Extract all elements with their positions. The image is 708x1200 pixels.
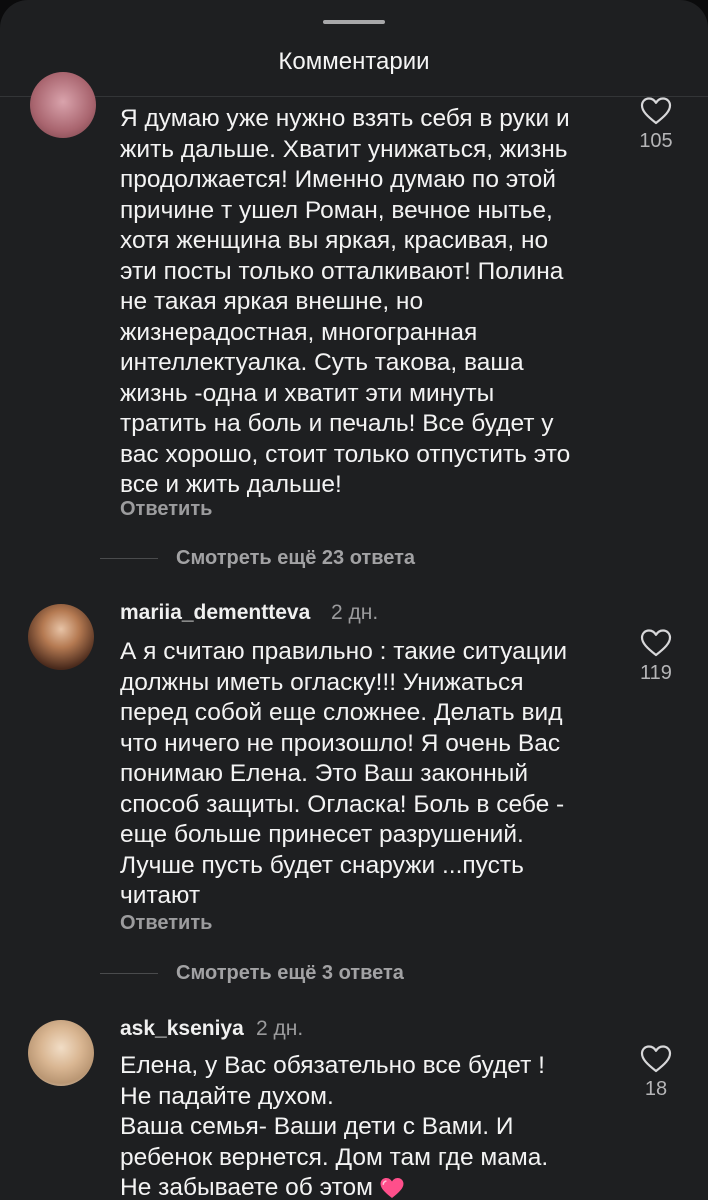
- replies-divider: [100, 972, 158, 974]
- sheet-title: Комментарии: [278, 48, 430, 75]
- view-more-replies[interactable]: Смотреть ещё 23 ответа: [100, 546, 415, 570]
- username[interactable]: ask_kseniya: [120, 1017, 244, 1041]
- heart-outline-icon[interactable]: [639, 1044, 673, 1074]
- pink-heart-emoji-icon: [380, 1178, 404, 1198]
- timestamp: 2 дн.: [331, 601, 379, 624]
- like-button[interactable]: 105: [628, 96, 684, 153]
- comment-text-content: Елена, у Вас обязательно все будет ! Не …: [120, 1052, 549, 1200]
- timestamp: 2 дн.: [256, 1017, 304, 1040]
- view-more-replies-label[interactable]: Смотреть ещё 23 ответа: [176, 547, 415, 570]
- avatar[interactable]: [28, 1020, 94, 1086]
- like-count: 119: [640, 662, 672, 684]
- comments-sheet: Комментарии Я думаю уже нужно взять себя…: [0, 0, 708, 1200]
- like-count: 105: [639, 130, 673, 152]
- header-divider: [0, 96, 708, 97]
- comment-text: Елена, у Вас обязательно все будет ! Не …: [120, 1051, 610, 1200]
- view-more-replies[interactable]: Смотреть ещё 3 ответа: [100, 961, 404, 985]
- comment-text: А я считаю правильно : такие ситуации до…: [120, 638, 568, 909]
- reply-button[interactable]: Ответить: [120, 498, 212, 521]
- heart-outline-icon[interactable]: [639, 96, 673, 126]
- replies-divider: [100, 557, 158, 559]
- avatar[interactable]: [28, 604, 94, 670]
- username[interactable]: mariia_dementteva: [120, 601, 310, 625]
- comment-text: Я думаю уже нужно взять себя в руки и жи…: [120, 105, 571, 498]
- like-count: 18: [644, 1078, 668, 1100]
- heart-outline-icon[interactable]: [639, 628, 673, 658]
- view-more-replies-label[interactable]: Смотреть ещё 3 ответа: [176, 962, 404, 985]
- reply-button[interactable]: Ответить: [120, 912, 212, 935]
- drag-handle[interactable]: [323, 20, 385, 24]
- avatar[interactable]: [30, 72, 96, 138]
- like-button[interactable]: 18: [628, 1044, 684, 1101]
- like-button[interactable]: 119: [628, 628, 684, 685]
